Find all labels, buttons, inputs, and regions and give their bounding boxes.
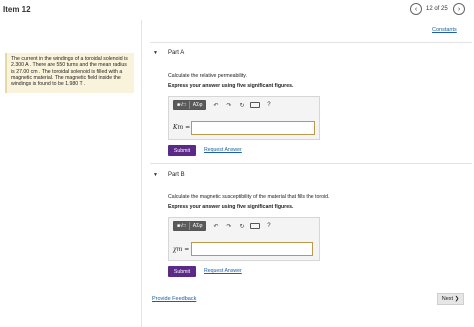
part-b-question: Calculate the magnetic susceptibility of… <box>168 194 330 200</box>
reset-icon[interactable]: ↻ <box>235 221 248 231</box>
caret-down-icon: ▼ <box>153 172 158 178</box>
part-b-request-answer-link[interactable]: Request Answer <box>204 268 242 274</box>
part-b-divider <box>150 163 472 164</box>
math-template-group: ■√□ ΑΣφ <box>173 221 207 231</box>
symbols-button[interactable]: ΑΣφ <box>188 222 206 230</box>
chevron-left-icon: ‹ <box>414 5 418 13</box>
help-icon[interactable]: ? <box>262 221 275 231</box>
provide-feedback-link[interactable]: Provide Feedback <box>152 296 196 302</box>
problem-statement: The current in the windings of a toroida… <box>5 53 134 93</box>
part-b-toolbar: ■√□ ΑΣφ ↶ ↷ ↻ ? <box>173 221 275 231</box>
part-b-title: Part B <box>167 172 185 178</box>
redo-icon[interactable]: ↷ <box>222 100 235 110</box>
part-b-submit-button[interactable]: Submit <box>168 266 196 277</box>
part-b-header[interactable]: ▼ Part B <box>153 169 185 181</box>
part-b-answer-box: ■√□ ΑΣφ ↶ ↷ ↻ ? χm = <box>168 217 320 261</box>
keyboard-icon[interactable] <box>250 223 261 229</box>
constants-link[interactable]: Constants <box>432 27 457 33</box>
column-divider <box>141 20 142 327</box>
part-a-answer-box: ■√□ ΑΣφ ↶ ↷ ↻ ? Km = <box>168 96 320 140</box>
templates-button[interactable]: ■√□ <box>174 101 189 109</box>
templates-button[interactable]: ■√□ <box>174 222 189 230</box>
part-a-answer-label: Km = <box>173 124 191 131</box>
page: Item 12 ‹ 12 of 25 › Constants The curre… <box>0 0 474 327</box>
help-icon[interactable]: ? <box>262 100 275 110</box>
part-b-instruction: Express your answer using five significa… <box>168 204 294 210</box>
redo-icon[interactable]: ↷ <box>222 221 235 231</box>
math-template-group: ■√□ ΑΣφ <box>173 100 207 110</box>
next-button[interactable]: Next ❯ <box>437 293 464 305</box>
previous-item-button[interactable]: ‹ <box>410 3 422 15</box>
part-a-instruction: Express your answer using five significa… <box>168 83 294 89</box>
next-item-button[interactable]: › <box>453 3 465 15</box>
reset-icon[interactable]: ↻ <box>235 100 248 110</box>
item-counter: 12 of 25 <box>426 6 448 12</box>
part-a-header[interactable]: ▼ Part A <box>153 47 184 59</box>
part-b-answer-label: χm = <box>173 246 190 253</box>
part-a-question: Calculate the relative permeability. <box>168 73 247 79</box>
keyboard-icon[interactable] <box>250 102 261 108</box>
part-b-answer-input[interactable] <box>191 242 313 256</box>
part-a-toolbar: ■√□ ΑΣφ ↶ ↷ ↻ ? <box>173 100 275 110</box>
symbols-button[interactable]: ΑΣφ <box>188 101 206 109</box>
part-a-answer-input[interactable] <box>191 121 315 135</box>
part-a-request-answer-link[interactable]: Request Answer <box>204 147 242 153</box>
undo-icon[interactable]: ↶ <box>209 100 222 110</box>
item-title: Item 12 <box>3 5 31 14</box>
part-a-title: Part A <box>167 50 185 56</box>
part-a-divider <box>150 42 472 43</box>
chevron-right-icon: › <box>457 5 461 13</box>
caret-down-icon: ▼ <box>153 50 158 56</box>
undo-icon[interactable]: ↶ <box>209 221 222 231</box>
part-a-submit-button[interactable]: Submit <box>168 145 196 156</box>
